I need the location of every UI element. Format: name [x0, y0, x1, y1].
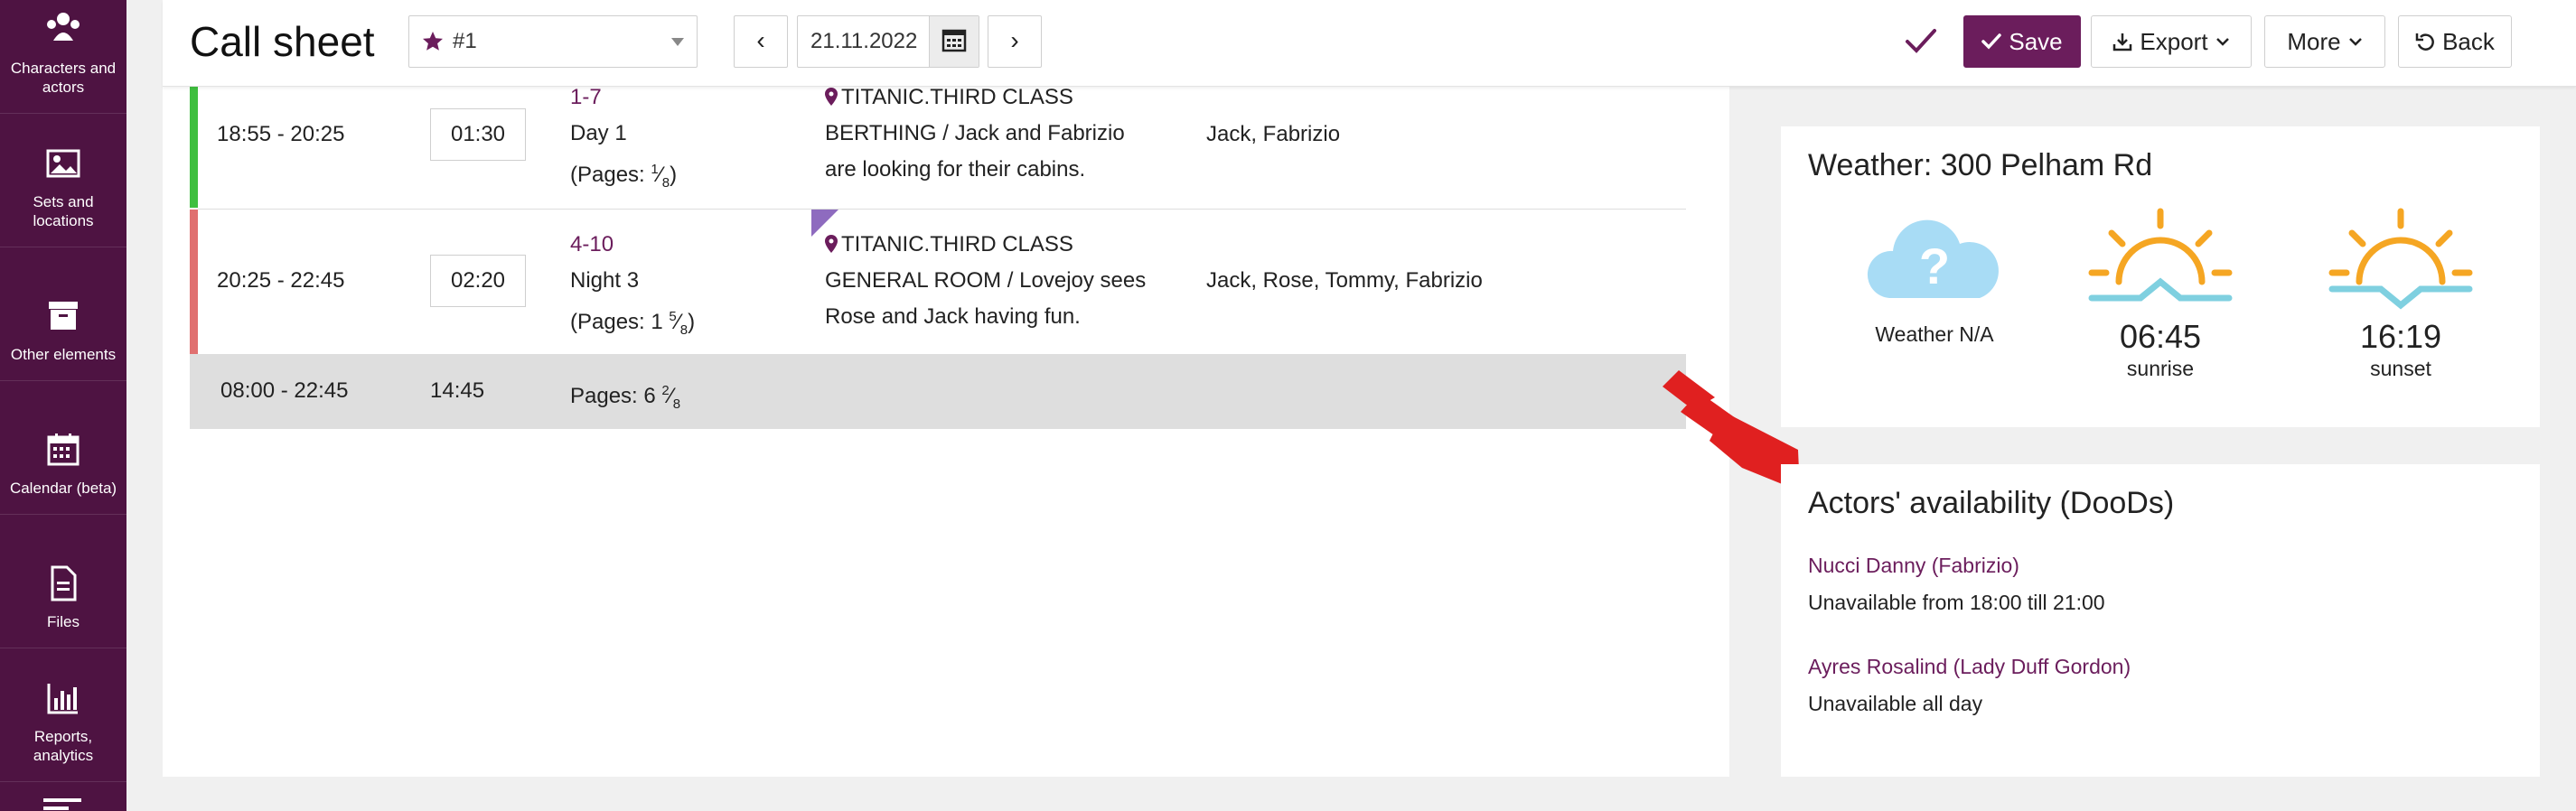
star-icon: [423, 32, 443, 51]
sunrise-icon: [2088, 208, 2233, 302]
weather-title: Weather: 300 Pelham Rd: [1808, 148, 2153, 182]
location-label: TITANIC.THIRD CLASS: [825, 232, 1073, 256]
sidebar-item-label: Other elements: [10, 346, 117, 363]
sidebar-item-label: Characters and actors: [10, 60, 117, 96]
scene-pages: (Pages: 1⁄8): [570, 162, 678, 191]
people-icon: [47, 13, 80, 41]
cloud-question-icon: ?: [1867, 219, 1999, 298]
sidebar-item-files[interactable]: Files: [0, 515, 126, 648]
undo-icon: [2415, 33, 2434, 51]
check-icon: [1906, 29, 1936, 53]
sidebar-partial-icon: [43, 798, 81, 811]
sidebar-item-label: Reports, analytics: [33, 728, 94, 764]
svg-text:?: ?: [1919, 238, 1950, 294]
sidebar-item-label: Files: [47, 613, 80, 630]
table-row[interactable]: 20:25 - 22:45 02:20 4-10 Night 3 (Pages:…: [190, 210, 1686, 354]
chevron-down-icon: [671, 38, 684, 46]
row-color-stripe: [190, 86, 198, 208]
scene-link[interactable]: 4-10: [570, 232, 614, 256]
sunset-icon: [2328, 208, 2473, 310]
row-time: 18:55 - 20:25: [217, 122, 345, 146]
availability-card: Actors' availability (DooDs) Nucci Danny…: [1781, 464, 2540, 777]
date-field[interactable]: 21.11.2022: [797, 15, 979, 68]
sidebar-item-characters[interactable]: Characters and actors: [0, 0, 126, 114]
bar-chart-icon: [47, 684, 78, 714]
actor-link[interactable]: Ayres Rosalind (Lady Duff Gordon): [1808, 655, 2131, 679]
actor-availability-note: Unavailable from 18:00 till 21:00: [1808, 591, 2105, 614]
duration-field[interactable]: 01:30: [430, 108, 526, 161]
availability-title: Actors' availability (DooDs): [1808, 486, 2175, 520]
chevron-down-icon: [2215, 38, 2229, 46]
sidebar-item-sets[interactable]: Sets and locations: [0, 114, 126, 247]
sidebar-item-other-elements[interactable]: Other elements: [0, 247, 126, 381]
map-pin-icon: [825, 235, 838, 253]
total-time: 08:00 - 22:45: [220, 378, 349, 403]
call-sheet-panel: 18:55 - 20:25 01:30 1-7 Day 1 (Pages: 1⁄…: [163, 0, 1729, 777]
total-pages: Pages: 6 2⁄8: [570, 383, 681, 412]
actor-link[interactable]: Nucci Danny (Fabrizio): [1808, 554, 2019, 578]
scene-description: are looking for their cabins.: [825, 157, 1086, 182]
archive-icon: [49, 302, 78, 330]
actor-availability-note: Unavailable all day: [1808, 692, 1983, 715]
call-sheet-select[interactable]: #1: [408, 15, 698, 68]
export-button[interactable]: Export: [2091, 15, 2252, 68]
sidebar-item-calendar[interactable]: Calendar (beta): [0, 381, 126, 515]
duration-field[interactable]: 02:20: [430, 255, 526, 307]
scene-link[interactable]: 1-7: [570, 85, 602, 109]
calendar-icon[interactable]: [929, 16, 979, 67]
total-duration: 14:45: [430, 378, 485, 403]
sunset-block: 16:19 sunset: [2310, 208, 2491, 382]
prev-date-button[interactable]: ‹: [734, 15, 788, 68]
page-title: Call sheet: [190, 18, 375, 65]
download-icon: [2113, 33, 2132, 51]
chevron-down-icon: [2348, 38, 2362, 46]
back-button[interactable]: Back: [2398, 15, 2512, 68]
file-icon: [51, 565, 77, 601]
cast-list: Jack, Fabrizio: [1206, 122, 1341, 146]
scene-description: Rose and Jack having fun.: [825, 304, 1081, 329]
weather-status: ? Weather N/A: [1826, 215, 2043, 348]
weather-card: Weather: 300 Pelham Rd ? Weather N/A 06:…: [1781, 126, 2540, 427]
image-icon: [46, 149, 80, 178]
table-row[interactable]: 18:55 - 20:25 01:30 1-7 Day 1 (Pages: 1⁄…: [190, 85, 1686, 208]
scene-description: GENERAL ROOM / Lovejoy sees: [825, 268, 1147, 293]
cast-list: Jack, Rose, Tommy, Fabrizio: [1206, 268, 1483, 293]
map-pin-icon: [825, 88, 838, 106]
next-date-button[interactable]: ›: [988, 15, 1042, 68]
sidebar-item-reports[interactable]: Reports, analytics: [0, 648, 126, 782]
scene-pages: (Pages: 1 5⁄8): [570, 309, 696, 338]
sunrise-block: 06:45 sunrise: [2070, 208, 2251, 382]
scene-description: BERTHING / Jack and Fabrizio: [825, 121, 1125, 145]
sidebar-item-label: Sets and locations: [33, 193, 94, 229]
save-button[interactable]: Save: [1963, 15, 2081, 68]
total-row: 08:00 - 22:45 14:45 Pages: 6 2⁄8: [190, 354, 1686, 429]
row-color-stripe: [190, 210, 198, 354]
more-button[interactable]: More: [2264, 15, 2385, 68]
sidebar: Characters and actors Sets and locations O…: [0, 0, 126, 811]
calendar-icon: [47, 433, 80, 466]
scene-day: Night 3: [570, 268, 640, 293]
sidebar-item-label: Calendar (beta): [9, 480, 117, 497]
location-label: TITANIC.THIRD CLASS: [825, 85, 1073, 109]
row-time: 20:25 - 22:45: [217, 268, 345, 293]
check-icon: [1981, 33, 2002, 50]
toolbar: Call sheet #1 ‹ 21.11.2022 › Save Export…: [163, 0, 2576, 87]
scene-day: Day 1: [570, 121, 627, 145]
